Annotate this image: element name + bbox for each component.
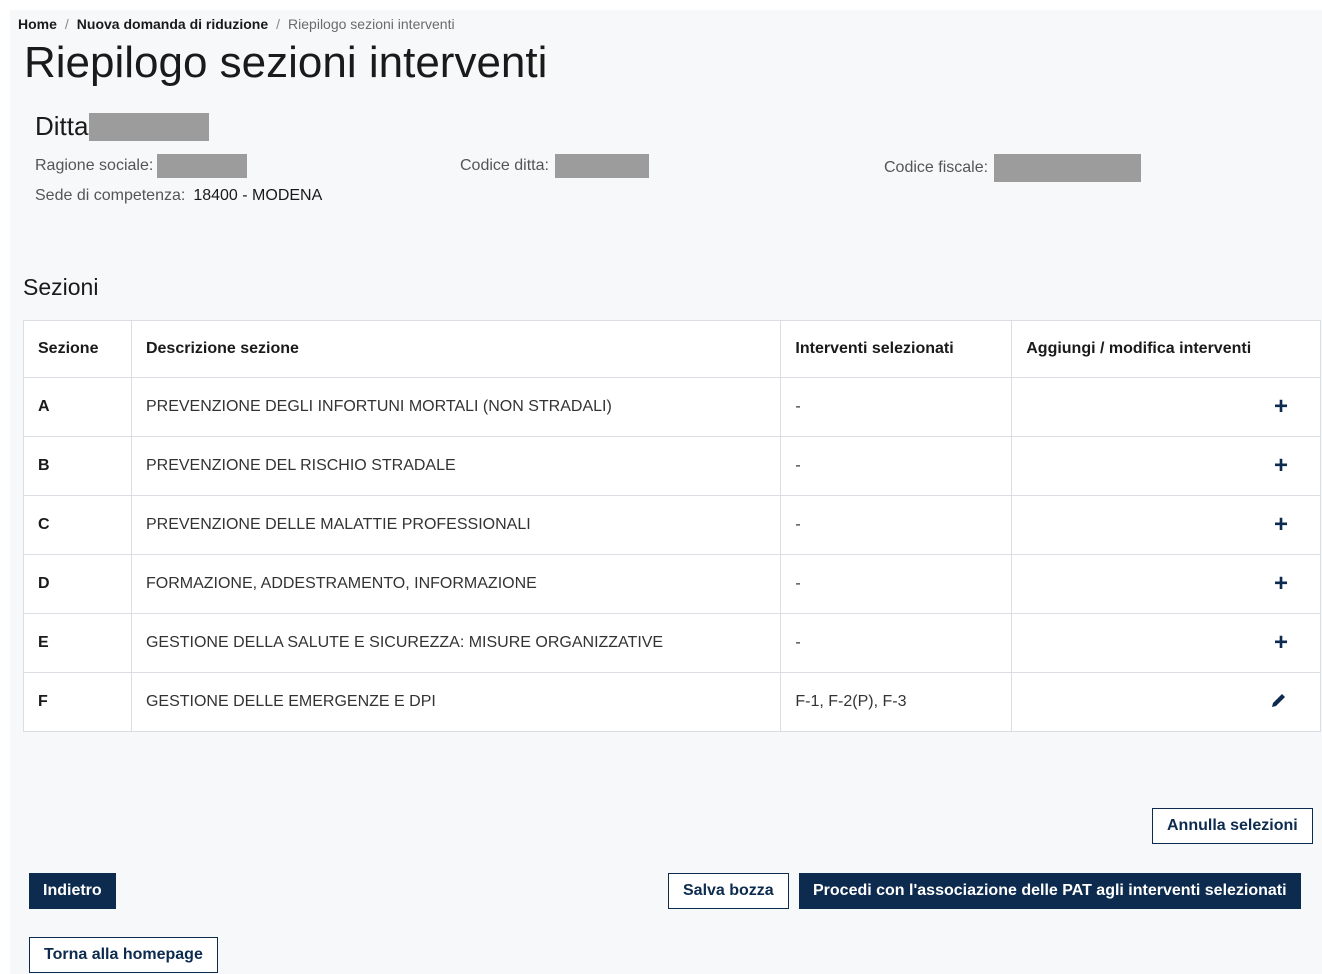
sede-field: Sede di competenza: 18400 - MODENA	[35, 187, 322, 205]
sezioni-title: Sezioni	[23, 274, 99, 300]
section-selected: F-1, F-2(P), F-3	[780, 672, 1013, 732]
section-action-cell: +	[1011, 495, 1321, 555]
section-code: E	[23, 613, 132, 673]
section-description: PREVENZIONE DEGLI INFORTUNI MORTALI (NON…	[130, 377, 782, 437]
column-header-descrizione: Descrizione sezione	[130, 320, 782, 378]
company-heading: Ditta	[35, 111, 210, 142]
plus-icon[interactable]: +	[1274, 513, 1288, 537]
section-code: A	[23, 377, 132, 437]
column-header-interventi: Interventi selezionati	[780, 320, 1013, 378]
table-header-row: Sezione Descrizione sezione Interventi s…	[23, 320, 1321, 378]
section-description: PREVENZIONE DELLE MALATTIE PROFESSIONALI	[130, 495, 782, 555]
plus-icon[interactable]: +	[1274, 454, 1288, 478]
section-code: B	[23, 436, 132, 496]
breadcrumb-separator: /	[64, 16, 69, 32]
sections-table: Sezione Descrizione sezione Interventi s…	[23, 320, 1321, 732]
company-name-redacted	[89, 112, 210, 141]
annulla-selezioni-button[interactable]: Annulla selezioni	[1152, 808, 1313, 844]
breadcrumb-current: Riepilogo sezioni interventi	[288, 16, 455, 32]
section-selected: -	[780, 554, 1013, 614]
plus-icon[interactable]: +	[1274, 631, 1288, 655]
table-row: C PREVENZIONE DELLE MALATTIE PROFESSIONA…	[23, 495, 1321, 555]
pencil-icon[interactable]	[1270, 690, 1288, 714]
section-code: D	[23, 554, 132, 614]
plus-icon[interactable]: +	[1274, 572, 1288, 596]
section-selected: -	[780, 495, 1013, 555]
section-code: C	[23, 495, 132, 555]
breadcrumb: Home / Nuova domanda di riduzione / Riepilog…	[18, 16, 455, 32]
table-row: F GESTIONE DELLE EMERGENZE E DPI F-1, F-…	[23, 672, 1321, 732]
breadcrumb-nuova-domanda-link[interactable]: Nuova domanda di riduzione	[77, 16, 268, 32]
section-description: GESTIONE DELLA SALUTE E SICUREZZA: MISUR…	[130, 613, 782, 673]
codice-ditta-label: Codice ditta:	[460, 157, 549, 174]
table-row: A PREVENZIONE DEGLI INFORTUNI MORTALI (N…	[23, 377, 1321, 437]
ragione-sociale-field: Ragione sociale:	[35, 154, 248, 178]
table-row: E GESTIONE DELLA SALUTE E SICUREZZA: MIS…	[23, 613, 1321, 673]
section-description: PREVENZIONE DEL RISCHIO STRADALE	[130, 436, 782, 496]
ragione-sociale-redacted	[157, 154, 248, 178]
salva-bozza-button[interactable]: Salva bozza	[668, 873, 789, 909]
section-action-cell: +	[1011, 613, 1321, 673]
breadcrumb-separator: /	[276, 16, 281, 32]
table-row: D FORMAZIONE, ADDESTRAMENTO, INFORMAZION…	[23, 554, 1321, 614]
section-selected: -	[780, 436, 1013, 496]
plus-icon[interactable]: +	[1274, 395, 1288, 419]
section-selected: -	[780, 377, 1013, 437]
torna-homepage-button[interactable]: Torna alla homepage	[29, 937, 218, 973]
column-header-sezione: Sezione	[23, 320, 132, 378]
codice-ditta-field: Codice ditta:	[460, 154, 649, 178]
section-selected: -	[780, 613, 1013, 673]
page-container: Home / Nuova domanda di riduzione / Riepilog…	[10, 10, 1322, 974]
codice-fiscale-redacted	[994, 154, 1142, 182]
ragione-sociale-label: Ragione sociale:	[35, 157, 154, 174]
company-label: Ditta	[35, 111, 89, 141]
indietro-button[interactable]: Indietro	[29, 873, 116, 909]
sede-label: Sede di competenza:	[35, 187, 186, 204]
column-header-azioni: Aggiungi / modifica interventi	[1011, 320, 1321, 378]
codice-fiscale-label: Codice fiscale:	[884, 159, 989, 176]
page-title: Riepilogo sezioni interventi	[24, 38, 548, 87]
table-row: B PREVENZIONE DEL RISCHIO STRADALE - +	[23, 436, 1321, 496]
section-action-cell: +	[1011, 554, 1321, 614]
section-description: GESTIONE DELLE EMERGENZE E DPI	[130, 672, 782, 732]
sede-value: 18400 - MODENA	[193, 187, 323, 204]
section-action-cell	[1011, 672, 1321, 732]
section-code: F	[23, 672, 132, 732]
section-description: FORMAZIONE, ADDESTRAMENTO, INFORMAZIONE	[130, 554, 782, 614]
breadcrumb-home-link[interactable]: Home	[18, 16, 57, 32]
codice-ditta-redacted	[554, 154, 649, 178]
section-action-cell: +	[1011, 377, 1321, 437]
codice-fiscale-field: Codice fiscale:	[884, 154, 1142, 182]
section-action-cell: +	[1011, 436, 1321, 496]
procedi-button[interactable]: Procedi con l'associazione delle PAT agl…	[799, 873, 1301, 909]
